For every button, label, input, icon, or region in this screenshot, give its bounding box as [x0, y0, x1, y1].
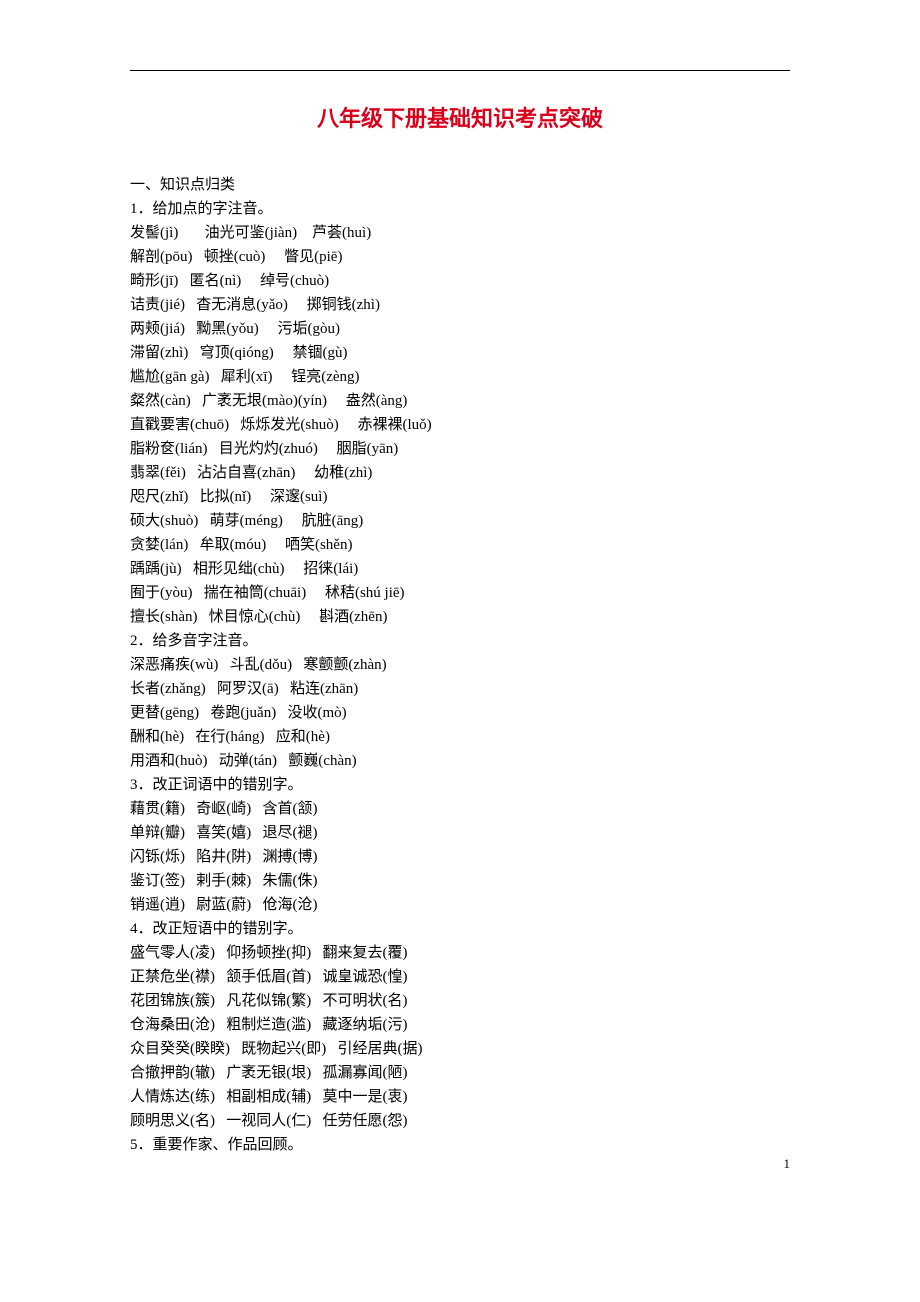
document-page: 八年级下册基础知识考点突破 一、知识点归类1．给加点的字注音。发髻(jì) 油光… [0, 0, 920, 1197]
text-line: 贪婪(lán) 牟取(móu) 哂笑(shěn) [130, 533, 790, 557]
text-line: 顾明思义(名) 一视同人(仁) 任劳任愿(怨) [130, 1109, 790, 1133]
text-line: 盛气零人(凌) 仰扬顿挫(抑) 翻来复去(覆) [130, 941, 790, 965]
text-line: 囿于(yòu) 揣在袖筒(chuāi) 秫秸(shú jiē) [130, 581, 790, 605]
text-line: 咫尺(zhǐ) 比拟(nǐ) 深邃(suì) [130, 485, 790, 509]
text-line: 深恶痛疾(wù) 斗乱(dǒu) 寒颤颤(zhàn) [130, 653, 790, 677]
text-line: 滞留(zhì) 穹顶(qióng) 禁锢(gù) [130, 341, 790, 365]
text-line: 人情炼达(练) 相副相成(辅) 莫中一是(衷) [130, 1085, 790, 1109]
text-line: 畸形(jī) 匿名(nì) 绰号(chuò) [130, 269, 790, 293]
text-line: 擅长(shàn) 怵目惊心(chù) 斟酒(zhēn) [130, 605, 790, 629]
text-line: 硕大(shuò) 萌芽(méng) 肮脏(āng) [130, 509, 790, 533]
text-line: 尴尬(gān gà) 犀利(xī) 锃亮(zèng) [130, 365, 790, 389]
text-line: 酬和(hè) 在行(háng) 应和(hè) [130, 725, 790, 749]
text-line: 翡翠(fěi) 沾沾自喜(zhān) 幼稚(zhì) [130, 461, 790, 485]
text-line: 诘责(jié) 杳无消息(yǎo) 掷铜钱(zhì) [130, 293, 790, 317]
text-line: 正禁危坐(襟) 颔手低眉(首) 诚皇诚恐(惶) [130, 965, 790, 989]
text-line: 2．给多音字注音。 [130, 629, 790, 653]
text-line: 单辩(瓣) 喜笑(嬉) 退尽(褪) [130, 821, 790, 845]
text-line: 花团锦族(簇) 凡花似锦(繁) 不可明状(名) [130, 989, 790, 1013]
text-line: 1．给加点的字注音。 [130, 197, 790, 221]
text-line: 4．改正短语中的错别字。 [130, 917, 790, 941]
text-line: 两颊(jiá) 黝黑(yǒu) 污垢(gòu) [130, 317, 790, 341]
text-line: 脂粉奁(lián) 目光灼灼(zhuó) 胭脂(yān) [130, 437, 790, 461]
document-title: 八年级下册基础知识考点突破 [130, 101, 790, 133]
text-line: 发髻(jì) 油光可鉴(jiàn) 芦荟(huì) [130, 221, 790, 245]
text-line: 仓海桑田(沧) 粗制烂造(滥) 藏逐纳垢(污) [130, 1013, 790, 1037]
text-line: 更替(gēng) 卷跑(juǎn) 没收(mò) [130, 701, 790, 725]
text-line: 踽踽(jù) 相形见绌(chù) 招徕(lái) [130, 557, 790, 581]
document-body: 一、知识点归类1．给加点的字注音。发髻(jì) 油光可鉴(jiàn) 芦荟(hu… [130, 173, 790, 1157]
text-line: 粲然(càn) 广袤无垠(mào)(yín) 盎然(àng) [130, 389, 790, 413]
top-separator [130, 70, 790, 71]
text-line: 5．重要作家、作品回顾。 [130, 1133, 790, 1157]
text-line: 用酒和(huò) 动弹(tán) 颤巍(chàn) [130, 749, 790, 773]
text-line: 直戳要害(chuō) 烁烁发光(shuò) 赤裸裸(luǒ) [130, 413, 790, 437]
text-line: 解剖(pōu) 顿挫(cuò) 瞥见(piē) [130, 245, 790, 269]
page-number: 1 [784, 1156, 791, 1172]
text-line: 一、知识点归类 [130, 173, 790, 197]
text-line: 闪铄(烁) 陷井(阱) 渊搏(博) [130, 845, 790, 869]
text-line: 长者(zhǎng) 阿罗汉(ā) 粘连(zhān) [130, 677, 790, 701]
text-line: 众目癸癸(睽睽) 既物起兴(即) 引经居典(据) [130, 1037, 790, 1061]
text-line: 藉贯(籍) 奇岖(崎) 含首(颔) [130, 797, 790, 821]
text-line: 鉴订(签) 剌手(棘) 朱儒(侏) [130, 869, 790, 893]
text-line: 合撤押韵(辙) 广袤无银(垠) 孤漏寡闻(陋) [130, 1061, 790, 1085]
text-line: 3．改正词语中的错别字。 [130, 773, 790, 797]
text-line: 销遥(逍) 尉蓝(蔚) 伧海(沧) [130, 893, 790, 917]
